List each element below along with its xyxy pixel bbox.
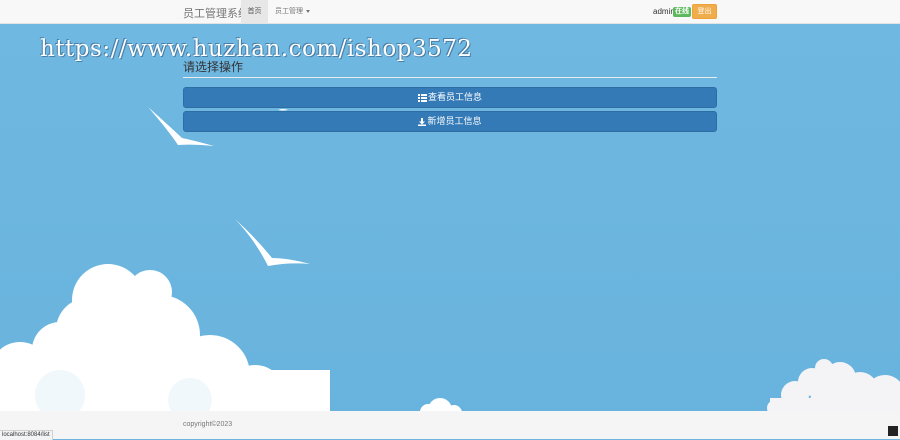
divider <box>183 77 717 78</box>
top-navbar: 员工管理系统 首页 员工管理 admin 在线 登出 <box>0 0 900 24</box>
download-icon <box>418 117 427 126</box>
copyright-text: copyright©2023 <box>183 421 233 428</box>
view-employees-label: 查看员工信息 <box>427 92 482 102</box>
nav-item-employee-management-label: 员工管理 <box>275 8 303 15</box>
watermark-text: https://www.huzhan.com/ishop3572 <box>40 36 473 62</box>
page-title: 请选择操作 <box>183 60 244 74</box>
footer: copyright©2023 <box>0 411 900 439</box>
view-employees-button[interactable]: 查看员工信息 <box>183 87 717 108</box>
background-scenery <box>0 0 900 439</box>
username-label: admin <box>653 7 675 16</box>
add-employee-label: 新增员工信息 <box>427 116 482 126</box>
list-icon <box>417 93 427 102</box>
status-badge: 在线 <box>673 7 691 17</box>
add-employee-button[interactable]: 新增员工信息 <box>183 111 717 132</box>
chevron-down-icon <box>306 9 310 13</box>
extension-icon[interactable] <box>888 426 898 436</box>
nav-item-home[interactable]: 首页 <box>241 0 268 23</box>
app-brand[interactable]: 员工管理系统 <box>183 5 249 21</box>
logout-button[interactable]: 登出 <box>692 4 717 19</box>
nav-item-employee-management[interactable]: 员工管理 <box>275 0 310 23</box>
